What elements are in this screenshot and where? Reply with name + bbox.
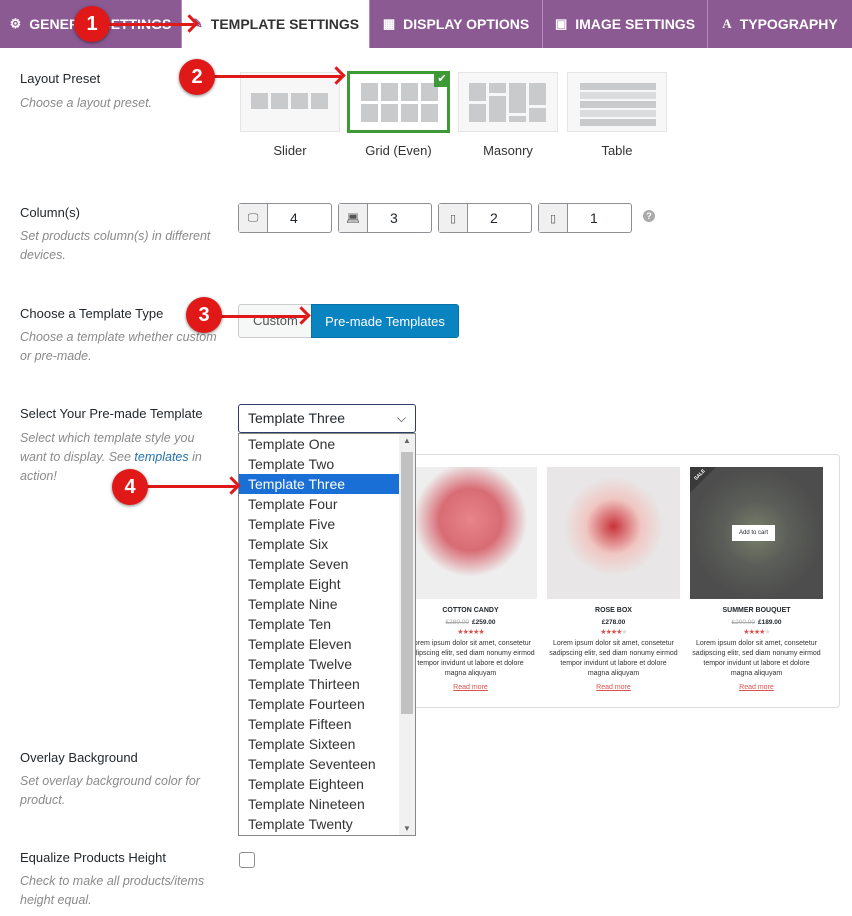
mobile-icon: ▯ [539, 204, 568, 232]
preset-table[interactable]: Table [567, 72, 667, 158]
dropdown-option[interactable]: Template Three [239, 474, 399, 494]
layout-preset-desc: Choose a layout preset. [20, 96, 153, 110]
product-price: £289.00 £259.00 [445, 619, 496, 626]
template-preview: COTTON CANDY £289.00 £259.00 ★★★★★ Lorem … [400, 454, 840, 708]
premade-template-select[interactable]: Template Three ⌵ [238, 404, 416, 433]
dropdown-option[interactable]: Template Thirteen [239, 674, 399, 694]
sale-badge-text: SALE [693, 468, 707, 482]
product-title: COTTON CANDY [442, 607, 499, 614]
columns-desc: Set products column(s) in different devi… [20, 229, 211, 262]
rating-stars: ★★★★★ [600, 629, 627, 636]
add-to-cart-button[interactable]: Add to cart [732, 525, 776, 541]
dropdown-option[interactable]: Template Ten [239, 614, 399, 634]
preset-grid-even[interactable]: ✔ Grid (Even) [347, 71, 450, 158]
tab-template-settings[interactable]: ✎TEMPLATE SETTINGS [182, 0, 370, 48]
overlay-background-desc: Set overlay background color for product… [20, 774, 200, 807]
layout-preset-label: Layout Preset [20, 71, 101, 86]
equalize-height-checkbox[interactable] [239, 852, 255, 868]
rating-stars: ★★★★★ [743, 629, 770, 636]
product-desc: Lorem ipsum dolor sit amet, consetetur s… [406, 640, 535, 677]
premade-template-dropdown[interactable]: Template One Template Two Template Three Te… [238, 433, 416, 836]
product-image [547, 467, 680, 599]
annotation-arrow-2 [213, 75, 341, 78]
dropdown-option[interactable]: Template Seven [239, 554, 399, 574]
columns-desktop-input[interactable]: 🖵 4 [238, 203, 332, 233]
preset-masonry-label: Masonry [483, 143, 533, 158]
overlay-background-label: Overlay Background [20, 750, 138, 765]
dropdown-option[interactable]: Template Nineteen [239, 794, 399, 814]
product-card: SALE Add to cart SUMMER BOUQUET £200.00 £1… [690, 467, 823, 691]
font-icon: A [722, 16, 732, 31]
scroll-up-icon[interactable]: ▲ [399, 436, 415, 445]
dropdown-option[interactable]: Template Six [239, 534, 399, 554]
product-desc: Lorem ipsum dolor sit amet, consetetur s… [549, 640, 678, 677]
rating-stars: ★★★★★ [457, 629, 484, 636]
dropdown-option[interactable]: Template Eighteen [239, 774, 399, 794]
dropdown-option[interactable]: Template Fifteen [239, 714, 399, 734]
preset-grid-label: Grid (Even) [365, 143, 432, 158]
image-icon: ▣ [554, 16, 568, 31]
dropdown-option[interactable]: Template Two [239, 454, 399, 474]
templates-link[interactable]: templates [134, 450, 188, 464]
columns-mobile-input[interactable]: ▯ 1 [538, 203, 632, 233]
scroll-down-icon[interactable]: ▼ [399, 824, 415, 833]
annotation-arrow-3 [220, 315, 306, 318]
annotation-arrow-4 [146, 485, 236, 488]
gear-icon: ⚙ [9, 16, 22, 31]
tablet-icon: ▯ [439, 204, 468, 232]
product-title: SUMMER BOUQUET [722, 607, 791, 614]
premade-templates-button[interactable]: Pre-made Templates [311, 304, 459, 338]
check-icon: ✔ [434, 71, 450, 87]
annotation-1: 1 [74, 6, 110, 42]
product-title: ROSE BOX [595, 607, 632, 614]
sale-badge: SALE [690, 467, 716, 493]
laptop-icon: 💻︎ [339, 204, 368, 232]
dropdown-option[interactable]: Template Seventeen [239, 754, 399, 774]
dropdown-scrollbar[interactable]: ▲ ▼ [399, 434, 415, 835]
preset-table-label: Table [601, 143, 633, 158]
tab-display-options[interactable]: ▦ DISPLAY OPTIONS [370, 0, 543, 48]
product-price: £200.00 £189.00 [731, 619, 782, 626]
dropdown-option[interactable]: Template Eleven [239, 634, 399, 654]
product-card: ROSE BOX £278.00 ★★★★★ Lorem ipsum dolor… [547, 467, 680, 691]
template-type-label: Choose a Template Type [20, 306, 164, 321]
product-image: SALE Add to cart [690, 467, 823, 599]
dropdown-option[interactable]: Template One [239, 434, 399, 454]
product-image [404, 467, 537, 599]
product-price: £278.00 [601, 619, 626, 626]
annotation-3: 3 [186, 297, 222, 333]
columns-laptop-input[interactable]: 💻︎ 3 [338, 203, 432, 233]
dropdown-option[interactable]: Template Sixteen [239, 734, 399, 754]
dropdown-option[interactable]: Template Nine [239, 594, 399, 614]
annotation-arrow-1 [108, 23, 194, 26]
read-more-link[interactable]: Read more [547, 684, 680, 691]
dropdown-option[interactable]: Template Twelve [239, 654, 399, 674]
annotation-2: 2 [179, 59, 215, 95]
desktop-icon: 🖵 [239, 204, 268, 232]
equalize-height-desc: Check to make all products/items height … [20, 874, 205, 907]
preset-masonry[interactable]: Masonry [458, 72, 558, 158]
dropdown-option[interactable]: Template Eight [239, 574, 399, 594]
tab-image-settings[interactable]: ▣ IMAGE SETTINGS [543, 0, 708, 48]
annotation-4: 4 [112, 469, 148, 505]
preset-slider[interactable]: Slider [240, 72, 340, 158]
template-type-desc: Choose a template whether custom or pre-… [20, 330, 217, 363]
grid-icon: ▦ [382, 16, 396, 31]
columns-label: Column(s) [20, 205, 80, 220]
product-desc: Lorem ipsum dolor sit amet, consetetur s… [692, 640, 821, 677]
read-more-link[interactable]: Read more [690, 684, 823, 691]
preset-slider-label: Slider [273, 143, 307, 158]
help-icon[interactable]: ? [643, 210, 655, 222]
columns-tablet-input[interactable]: ▯ 2 [438, 203, 532, 233]
dropdown-option[interactable]: Template Fourteen [239, 694, 399, 714]
dropdown-option[interactable]: Template Twenty [239, 814, 399, 834]
dropdown-option[interactable]: Template Five [239, 514, 399, 534]
product-card: COTTON CANDY £289.00 £259.00 ★★★★★ Lorem … [404, 467, 537, 691]
equalize-height-label: Equalize Products Height [20, 850, 166, 865]
chevron-down-icon: ⌵ [396, 411, 406, 425]
tab-typography[interactable]: A TYPOGRAPHY [708, 0, 852, 48]
read-more-link[interactable]: Read more [404, 684, 537, 691]
dropdown-option[interactable]: Template Four [239, 494, 399, 514]
premade-template-label: Select Your Pre-made Template [20, 406, 203, 421]
